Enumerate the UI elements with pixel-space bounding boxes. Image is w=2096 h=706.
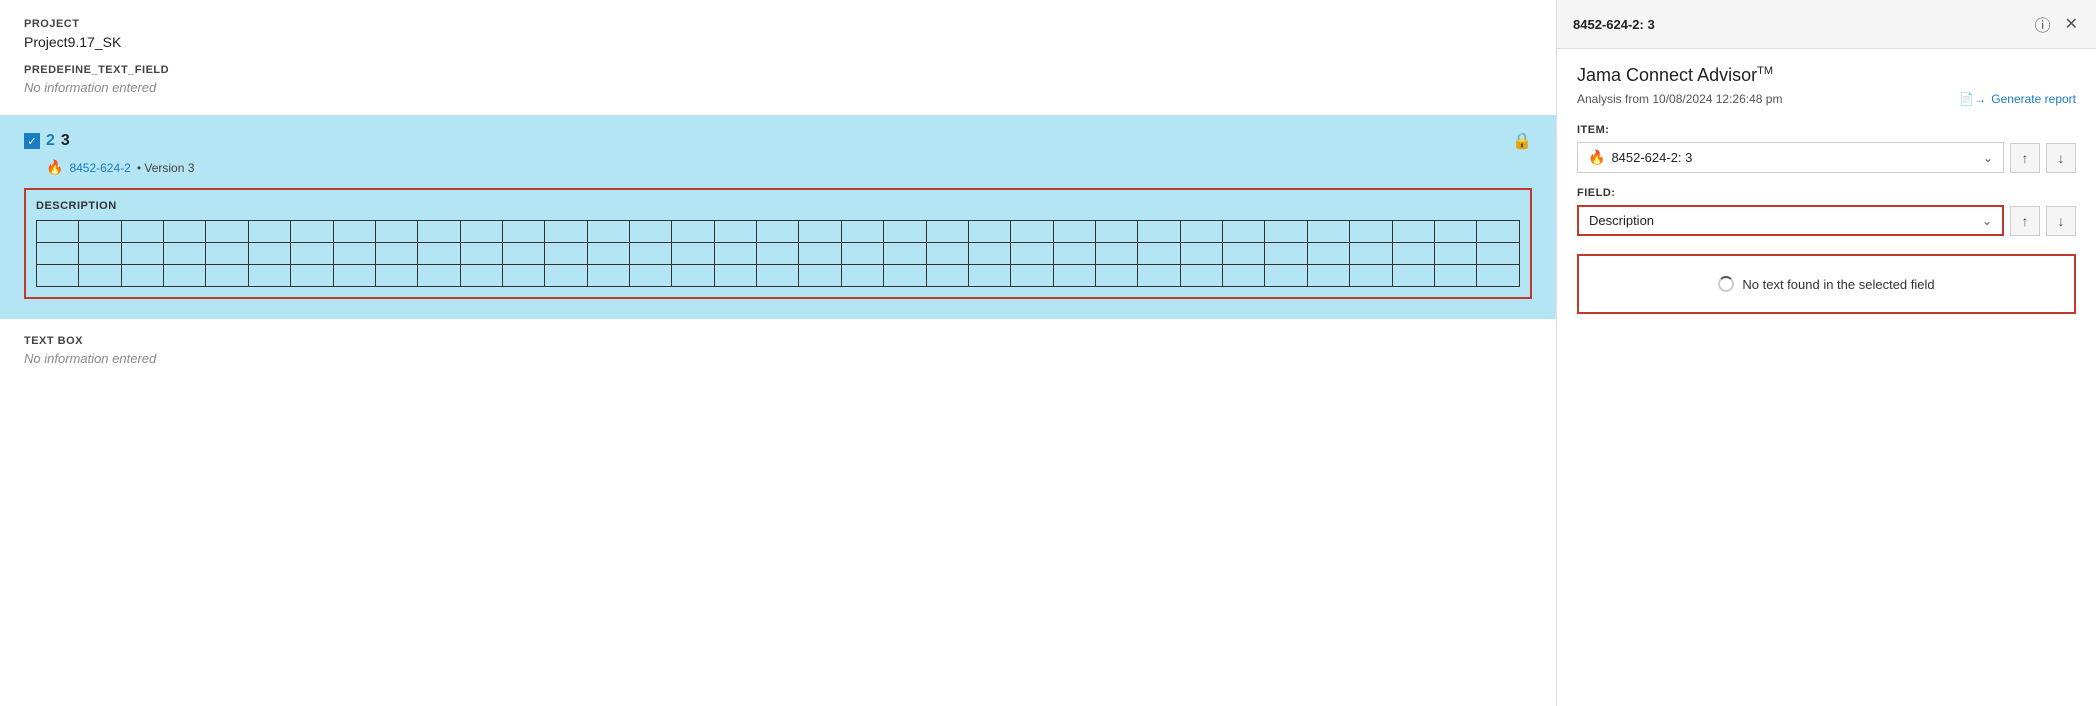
item-title-row: ✓ 2 3 [24,132,70,150]
item-nav-down-button[interactable]: ↓ [2046,143,2076,173]
project-name: Project9.17_SK [24,34,1532,50]
textbox-label: TEXT BOX [24,335,1532,347]
generate-report-button[interactable]: 📄→ Generate report [1959,92,2076,106]
panel-header: 8452-624-2: 3 ⓘ ✕ [1557,0,2096,49]
no-text-box: No text found in the selected field [1577,254,2076,314]
item-header: ✓ 2 3 🔒 [24,131,1532,151]
chevron-down-icon: ⌄ [1983,151,1993,165]
item-number-dark: 3 [61,132,70,150]
item-nav-up-button[interactable]: ↑ [2010,143,2040,173]
description-label: DESCRIPTION [36,200,1520,212]
item-checkbox[interactable]: ✓ [24,133,40,149]
no-text-message: No text found in the selected field [1742,277,1934,292]
help-button[interactable]: ⓘ [2033,10,2053,38]
report-icon: 📄→ [1959,92,1986,106]
field-select-row: Description ⌄ ↑ ↓ [1577,205,2076,236]
analysis-row: Analysis from 10/08/2024 12:26:48 pm 📄→ … [1577,92,2076,106]
item-number-blue: 2 [46,132,55,150]
panel-body: Jama Connect AdvisorTM Analysis from 10/… [1557,49,2096,706]
spinner-icon [1718,276,1734,292]
left-panel: PROJECT Project9.17_SK PREDEFINE_TEXT_FI… [0,0,1556,706]
panel-header-icons: ⓘ ✕ [2033,10,2080,38]
project-label: PROJECT [24,18,1532,30]
project-section: PROJECT Project9.17_SK PREDEFINE_TEXT_FI… [0,0,1556,107]
field-chevron-down-icon: ⌄ [1982,214,1992,228]
item-id-link[interactable]: 8452-624-2 [69,161,130,175]
analysis-text: Analysis from 10/08/2024 12:26:48 pm [1577,92,1782,106]
advisor-title: Jama Connect AdvisorTM [1577,65,2076,86]
predefine-empty: No information entered [24,80,1532,95]
flame-icon: 🔥 [46,159,63,176]
predefine-label: PREDEFINE_TEXT_FIELD [24,64,1532,76]
description-box: DESCRIPTION [24,188,1532,299]
field-section-label: FIELD: [1577,187,2076,199]
description-grid [36,220,1520,287]
close-button[interactable]: ✕ [2063,12,2080,36]
item-select-row: 🔥 8452-624-2: 3 ⌄ ↑ ↓ [1577,142,2076,173]
field-select-value: Description [1589,213,1982,228]
textbox-section: TEXT BOX No information entered [0,319,1556,378]
item-version: • Version 3 [137,161,195,175]
field-nav-down-button[interactable]: ↓ [2046,206,2076,236]
lock-icon: 🔒 [1512,131,1532,151]
item-flame-icon: 🔥 [1588,149,1605,166]
right-panel: 8452-624-2: 3 ⓘ ✕ Jama Connect AdvisorTM… [1556,0,2096,706]
panel-title: 8452-624-2: 3 [1573,17,1655,32]
item-select-value: 8452-624-2: 3 [1611,150,1983,165]
item-section-label: ITEM: [1577,124,2076,136]
field-nav-up-button[interactable]: ↑ [2010,206,2040,236]
item-card: ✓ 2 3 🔒 🔥 8452-624-2 • Version 3 DESCRIP… [0,115,1556,319]
item-meta: 🔥 8452-624-2 • Version 3 [46,159,1532,176]
textbox-empty: No information entered [24,351,1532,366]
field-select-wrapper[interactable]: Description ⌄ [1577,205,2004,236]
item-select-wrapper[interactable]: 🔥 8452-624-2: 3 ⌄ [1577,142,2004,173]
